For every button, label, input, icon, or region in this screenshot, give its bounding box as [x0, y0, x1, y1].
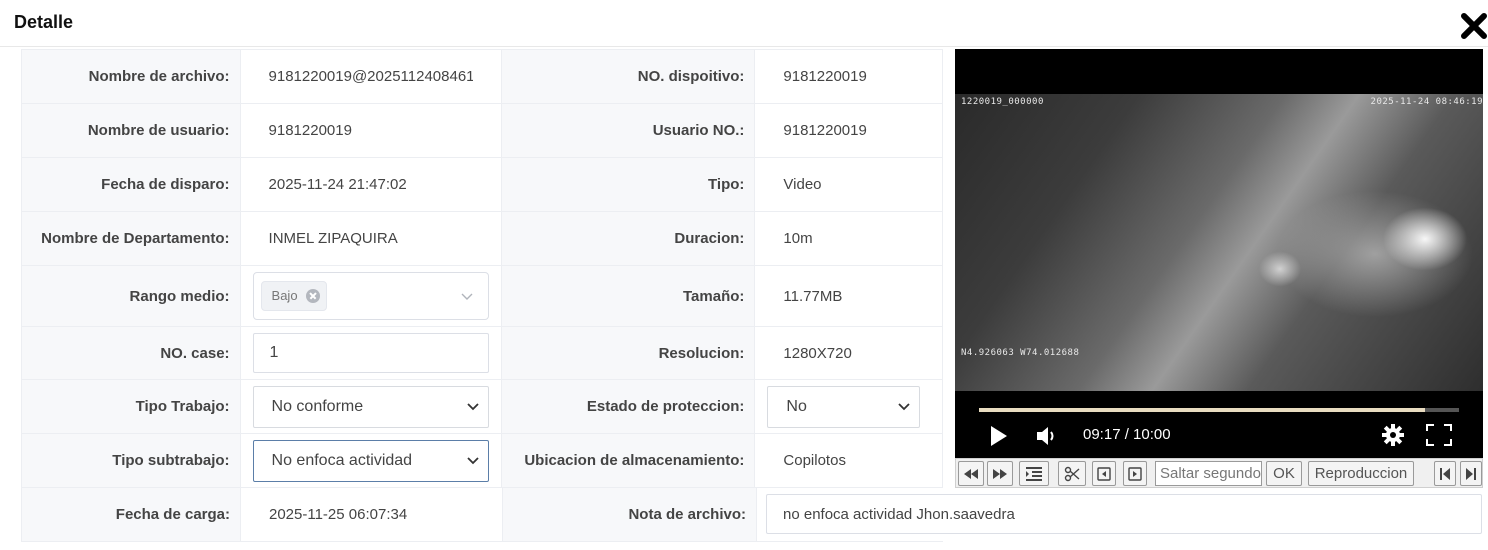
label-resolucion: Resolucion: [501, 327, 756, 379]
label-tamano: Tamaño: [501, 266, 756, 326]
value-nombre-usuario: 9181220019 [268, 122, 352, 139]
dialog-title: Detalle [14, 12, 74, 32]
clip-button[interactable] [1058, 461, 1086, 486]
detail-grid: Nombre de archivo: 9181220019@2025112408… [21, 49, 943, 542]
value-nombre-archivo: 9181220019@20251124084619 [268, 68, 473, 85]
row-usuario: Nombre de usuario: 9181220019 Usuario NO… [22, 104, 943, 158]
label-ubicacion: Ubicacion de almacenamiento: [501, 434, 756, 487]
label-rango-medio: Rango medio: [22, 266, 241, 326]
label-no-case: NO. case: [22, 327, 241, 379]
video-frame[interactable]: 1220019_000000 2025-11-24 08:46:19 N4.92… [955, 94, 1483, 391]
nota-archivo-input[interactable]: no enfoca actividad Jhon.saavedra [766, 494, 1482, 534]
fast-forward-icon [993, 468, 1007, 479]
label-duracion: Duracion: [501, 212, 756, 265]
playback-toolbar: Saltar segundos OK Reproduccion [955, 458, 1483, 488]
estado-proteccion-select[interactable]: No [767, 385, 921, 428]
label-fecha-carga: Fecha de carga: [22, 488, 241, 541]
row-case: NO. case: 1 Resolucion: 1280X720 [22, 327, 943, 380]
tipo-subtrabajo-select[interactable]: No enfoca actividad [252, 439, 489, 482]
video-player[interactable]: 1220019_000000 2025-11-24 08:46:19 N4.92… [955, 49, 1483, 458]
value-resolucion: 1280X720 [783, 344, 852, 362]
value-usuario-no: 9181220019 [783, 122, 867, 139]
playback-mode-button[interactable]: Reproduccion [1308, 461, 1414, 486]
estado-proteccion-value: No [786, 397, 807, 415]
label-usuario-no: Usuario NO.: [501, 104, 756, 157]
label-nota: Nota de archivo: [503, 488, 757, 541]
gear-icon [1382, 424, 1404, 446]
chevron-down-icon [461, 293, 473, 300]
value-fecha-disparo: 2025-11-24 21:47:02 [268, 176, 407, 193]
first-button[interactable] [1434, 461, 1456, 486]
label-tipo-trabajo: Tipo Trabajo: [22, 380, 241, 433]
video-progress-bar[interactable] [979, 408, 1459, 412]
label-tipo-subtrabajo: Tipo subtrabajo: [22, 434, 241, 487]
next-frame-icon [1128, 466, 1142, 481]
volume-icon [1037, 427, 1054, 445]
row-tipo-trabajo: Tipo Trabajo: No conforme Estado de prot… [22, 380, 943, 434]
tipo-trabajo-select[interactable]: No conforme [252, 385, 489, 428]
no-case-input[interactable]: 1 [252, 333, 489, 373]
osd-timestamp: 2025-11-24 08:46:19 [1370, 97, 1483, 107]
seek-seconds-input[interactable]: Saltar segundos [1155, 461, 1262, 486]
settings-button[interactable] [1381, 423, 1405, 452]
tag-remove-icon[interactable] [305, 289, 320, 303]
next-frame-button[interactable] [1123, 461, 1147, 486]
list-button[interactable] [1019, 461, 1049, 486]
rango-tag-label: Bajo [271, 288, 298, 303]
label-departamento: Nombre de Departamento: [22, 212, 241, 265]
prev-frame-button[interactable] [1092, 461, 1116, 486]
chevron-down-icon [898, 402, 911, 410]
rewind-button[interactable] [958, 461, 984, 486]
play-button[interactable] [989, 425, 1009, 452]
label-tipo: Tipo: [501, 158, 756, 211]
value-fecha-carga: 2025-11-25 06:07:34 [269, 506, 408, 523]
row-fecha-disparo: Fecha de disparo: 2025-11-24 21:47:02 Ti… [22, 158, 943, 212]
last-button[interactable] [1460, 461, 1482, 486]
row-archivo: Nombre de archivo: 9181220019@2025112408… [22, 50, 943, 104]
dialog-header: Detalle [0, 0, 1488, 47]
fullscreen-icon [1426, 424, 1452, 446]
volume-button[interactable] [1035, 425, 1059, 452]
chevron-down-icon [466, 456, 479, 464]
rewind-icon [964, 468, 978, 479]
label-estado-proteccion: Estado de proteccion: [501, 380, 756, 433]
rango-medio-select[interactable]: Bajo [252, 272, 489, 320]
chevron-down-icon [466, 402, 479, 410]
prev-frame-icon [1097, 466, 1111, 481]
fast-forward-button[interactable] [987, 461, 1013, 486]
rango-tag: Bajo [260, 281, 327, 311]
value-tipo: Video [783, 176, 822, 193]
play-icon [991, 426, 1007, 446]
fullscreen-button[interactable] [1426, 424, 1452, 451]
row-departamento: Nombre de Departamento: INMEL ZIPAQUIRA … [22, 212, 943, 266]
label-nombre-archivo: Nombre de archivo: [22, 50, 241, 103]
list-icon [1026, 466, 1042, 481]
close-icon [1461, 13, 1487, 39]
value-tamano: 11.77MB [783, 287, 843, 305]
tipo-trabajo-value: No conforme [271, 397, 364, 415]
close-button[interactable] [1458, 10, 1488, 42]
tipo-subtrabajo-value: No enfoca actividad [271, 451, 413, 469]
row-tipo-subtrabajo: Tipo subtrabajo: No enfoca actividad Ubi… [22, 434, 943, 488]
video-time: 09:17 / 10:00 [1083, 426, 1171, 443]
label-no-dispositivo: NO. dispoitivo: [501, 50, 756, 103]
value-duracion: 10m [783, 230, 813, 247]
label-nombre-usuario: Nombre de usuario: [22, 104, 241, 157]
row-rango: Rango medio: Bajo Tamaño: 11.77MB [22, 266, 943, 327]
video-progress-fill [979, 408, 1426, 412]
value-no-dispositivo: 9181220019 [783, 68, 867, 85]
skip-back-icon [1440, 467, 1450, 480]
seek-ok-button[interactable]: OK [1266, 461, 1302, 486]
scissors-icon [1064, 466, 1080, 481]
osd-coordinates: N4.926063 W74.012688 [961, 348, 1080, 358]
value-ubicacion: Copilotos [783, 452, 846, 469]
value-departamento: INMEL ZIPAQUIRA [268, 230, 398, 247]
label-fecha-disparo: Fecha de disparo: [22, 158, 241, 211]
skip-forward-icon [1466, 467, 1476, 480]
osd-device-id: 1220019_000000 [961, 97, 1044, 107]
